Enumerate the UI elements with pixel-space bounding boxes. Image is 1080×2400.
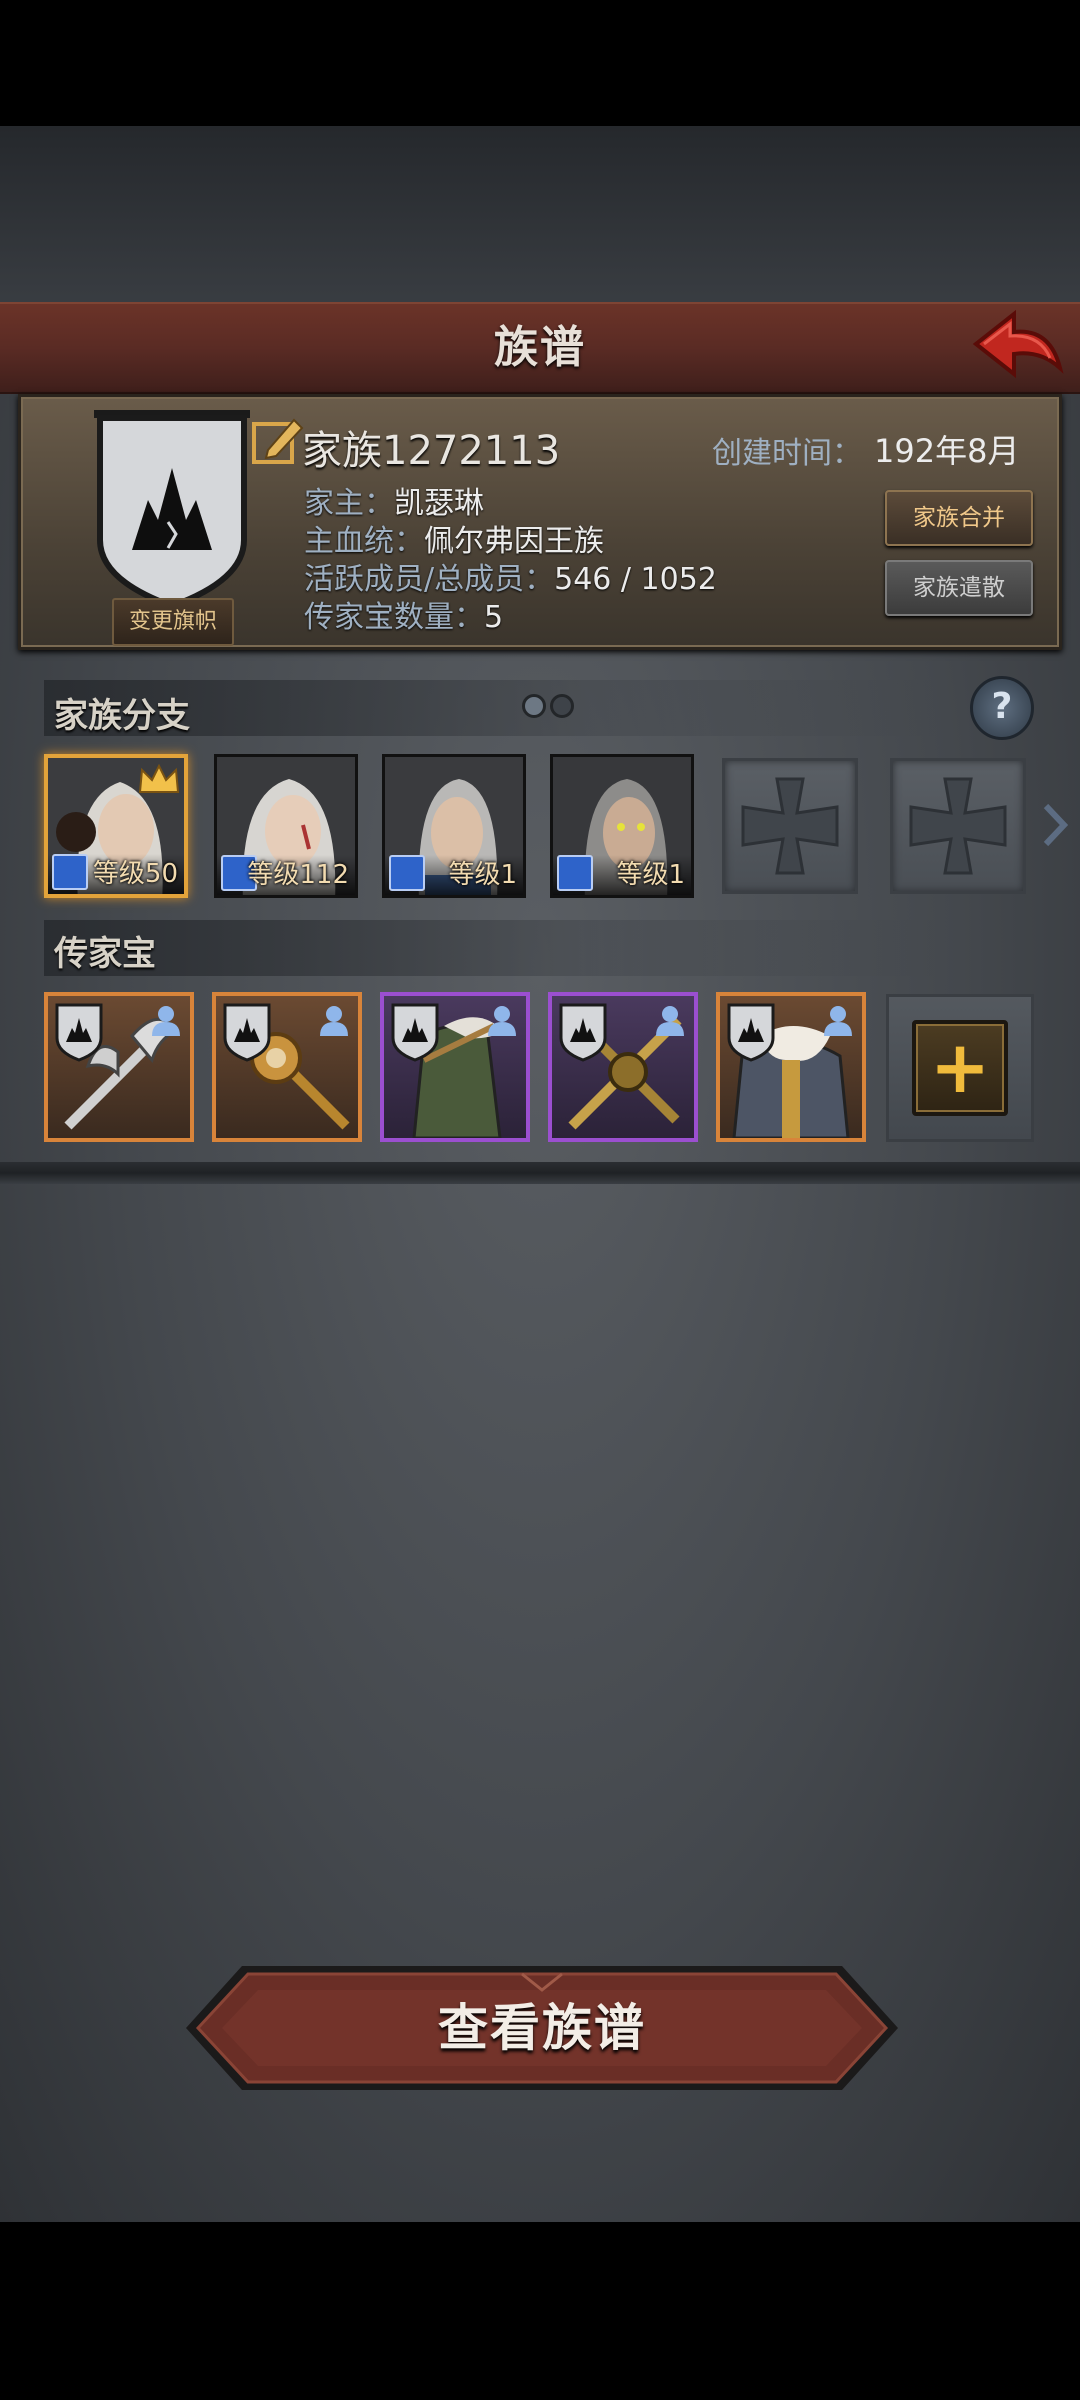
members-value: 546 / 1052 [554, 562, 717, 597]
edit-name-icon[interactable] [250, 414, 304, 468]
person-icon [488, 1006, 516, 1036]
family-shield-icon [55, 1003, 103, 1062]
family-merge-button[interactable]: 家族合并 [885, 490, 1033, 546]
person-icon [320, 1006, 348, 1036]
view-family-tree-button[interactable] [182, 1962, 902, 2094]
family-shield-icon [727, 1003, 775, 1062]
person-icon [824, 1006, 852, 1036]
empty-branch-slot[interactable] [722, 758, 858, 894]
branch-level: 等级1 [448, 860, 517, 890]
sword-icon [557, 855, 593, 891]
heirloom-fur-coat[interactable] [716, 992, 866, 1142]
branch-portrait-3[interactable]: 等级1 [382, 754, 526, 898]
heirloom-count-row: 传家宝数量：5 [304, 592, 503, 636]
cross-emblem-icon [741, 777, 839, 875]
page-dot [550, 694, 574, 718]
branch-level: 等级112 [247, 860, 349, 890]
cross-emblem-icon [909, 777, 1007, 875]
created-time-label: 创建时间： [712, 436, 862, 471]
help-button[interactable]: ? [970, 676, 1034, 740]
empty-branch-slot[interactable] [890, 758, 1026, 894]
heirlooms-title: 传家宝 [54, 934, 156, 974]
branch-portrait-1[interactable]: 等级50 [44, 754, 188, 898]
change-banner-button[interactable]: 变更旗帜 [112, 598, 234, 646]
page-title: 族谱 [494, 322, 586, 373]
branch-page-indicator [522, 694, 574, 718]
branch-level: 等级1 [616, 860, 685, 890]
heirloom-count-label: 传家宝数量： [304, 600, 484, 635]
family-name: 家族1272113 [302, 428, 561, 474]
top-shade [0, 126, 1080, 306]
back-arrow-icon[interactable] [970, 306, 1066, 384]
heirloom-cloak[interactable] [380, 992, 530, 1142]
next-page-arrow-icon[interactable] [1040, 800, 1070, 850]
family-shield-icon [559, 1003, 607, 1062]
family-shield-icon [223, 1003, 271, 1062]
heirlooms-header [44, 920, 944, 976]
status-bar-area [0, 0, 1080, 126]
family-banner-shield-icon[interactable] [92, 410, 252, 610]
heirloom-count-value: 5 [484, 600, 504, 635]
branch-level: 等级50 [92, 859, 178, 889]
created-time-value: 192年8月 [874, 432, 1020, 470]
section-divider [0, 1162, 1080, 1184]
heirloom-scepter[interactable] [212, 992, 362, 1142]
add-heirloom-plus-icon[interactable]: + [912, 1020, 1008, 1116]
crown-icon [138, 764, 180, 793]
family-dismiss-button[interactable]: 家族遣散 [885, 560, 1033, 616]
branches-title: 家族分支 [54, 696, 190, 736]
heirloom-halberd[interactable] [44, 992, 194, 1142]
branch-portrait-2[interactable]: 等级112 [214, 754, 358, 898]
page-dot-active [522, 694, 546, 718]
sword-icon [389, 855, 425, 891]
navigation-bar-area [0, 2222, 1080, 2400]
sword-icon [52, 854, 88, 890]
branch-portrait-4[interactable]: 等级1 [550, 754, 694, 898]
family-shield-icon [391, 1003, 439, 1062]
person-icon [152, 1006, 180, 1036]
heirloom-crossed-swords[interactable] [548, 992, 698, 1142]
person-icon [656, 1006, 684, 1036]
